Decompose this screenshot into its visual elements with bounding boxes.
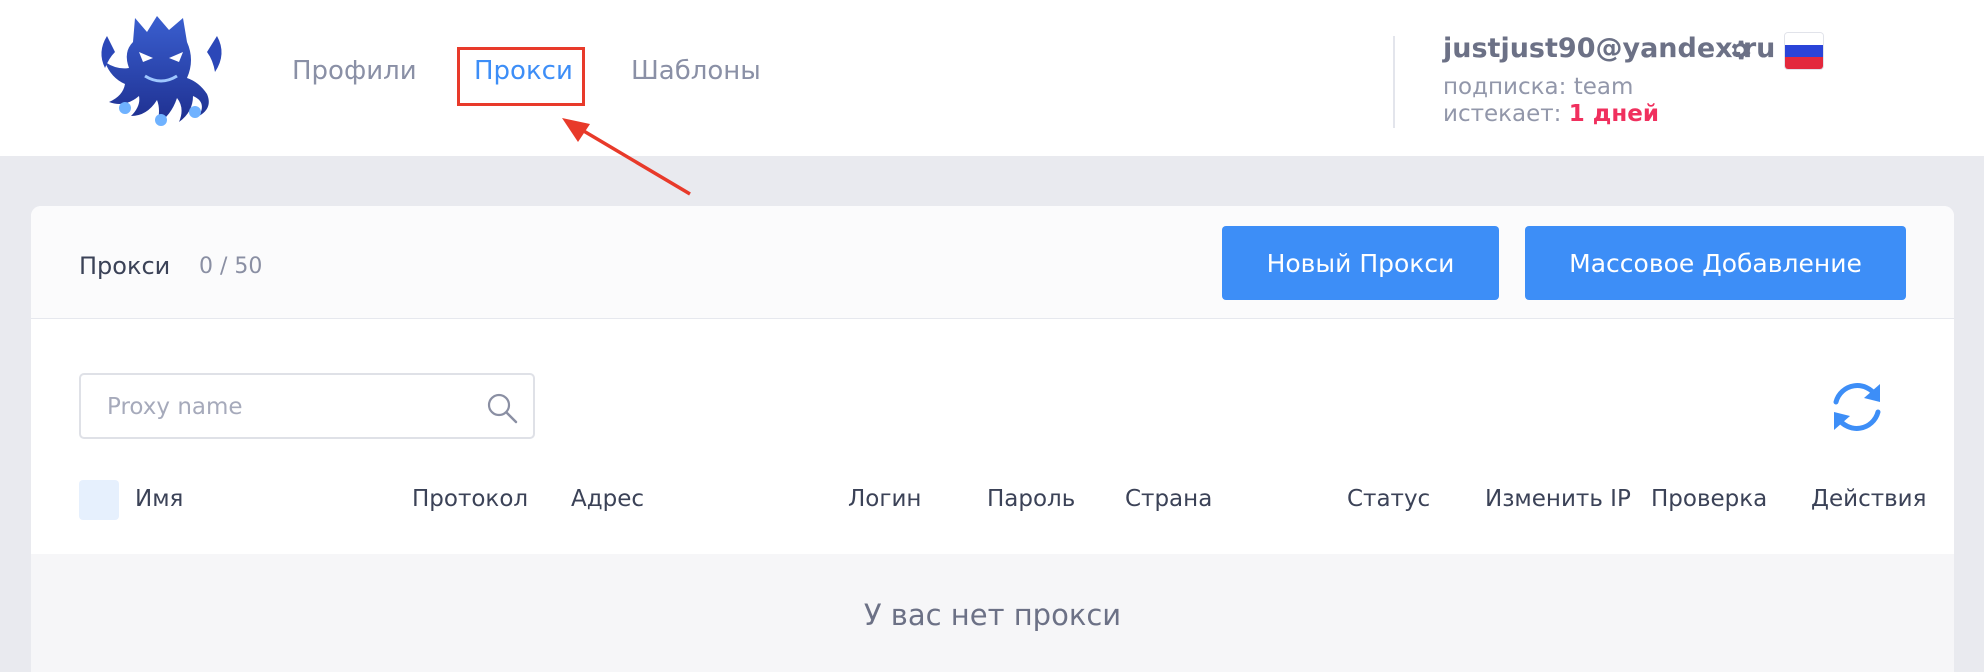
- subscription-label: подписка:: [1443, 74, 1567, 100]
- column-header-actions[interactable]: Действия: [1811, 486, 1926, 512]
- subscription-value: team: [1573, 74, 1634, 100]
- top-bar: Профили Прокси Шаблоны justjust90@yandex…: [0, 0, 1984, 156]
- panel-title: Прокси: [79, 252, 171, 280]
- column-header-password[interactable]: Пароль: [987, 486, 1075, 512]
- column-header-protocol[interactable]: Протокол: [412, 486, 528, 512]
- new-proxy-button[interactable]: Новый Прокси: [1222, 226, 1499, 300]
- russia-flag-icon[interactable]: [1785, 33, 1823, 69]
- column-header-status[interactable]: Статус: [1347, 486, 1430, 512]
- search-input[interactable]: [105, 389, 479, 425]
- annotation-highlight-box: [457, 47, 585, 106]
- octopus-logo-icon[interactable]: [95, 12, 230, 132]
- column-header-address[interactable]: Адрес: [571, 486, 644, 512]
- empty-message: У вас нет прокси: [863, 598, 1122, 632]
- column-header-login[interactable]: Логин: [848, 486, 921, 512]
- empty-state: У вас нет прокси: [31, 554, 1954, 672]
- expires-line: истекает: 1 дней: [1443, 101, 1659, 127]
- nav-tab-profiles[interactable]: Профили: [292, 56, 417, 86]
- bulk-add-button[interactable]: Массовое Добавление: [1525, 226, 1906, 300]
- column-header-change-ip[interactable]: Изменить IP: [1485, 486, 1631, 512]
- expires-label: истекает:: [1443, 101, 1562, 127]
- search-box: [79, 373, 535, 439]
- nav-tab-templates[interactable]: Шаблоны: [631, 56, 761, 86]
- refresh-icon[interactable]: [1828, 378, 1886, 436]
- proxy-count: 0 / 50: [199, 254, 263, 279]
- search-icon[interactable]: [485, 391, 519, 425]
- annotation-arrow: [562, 118, 691, 196]
- gear-icon[interactable]: [1727, 37, 1753, 63]
- column-header-name[interactable]: Имя: [135, 486, 183, 512]
- expires-value: 1 дней: [1568, 101, 1659, 127]
- proxy-panel: Прокси 0 / 50 Новый Прокси Массовое Доба…: [31, 206, 1954, 672]
- header-divider: [1393, 36, 1395, 128]
- subscription-line: подписка: team: [1443, 74, 1633, 100]
- panel-header: Прокси 0 / 50 Новый Прокси Массовое Доба…: [31, 206, 1954, 319]
- column-header-check[interactable]: Проверка: [1651, 486, 1767, 512]
- user-email: justjust90@yandex.ru: [1443, 33, 1776, 64]
- column-header-country[interactable]: Страна: [1125, 486, 1212, 512]
- select-all-checkbox[interactable]: [79, 480, 119, 520]
